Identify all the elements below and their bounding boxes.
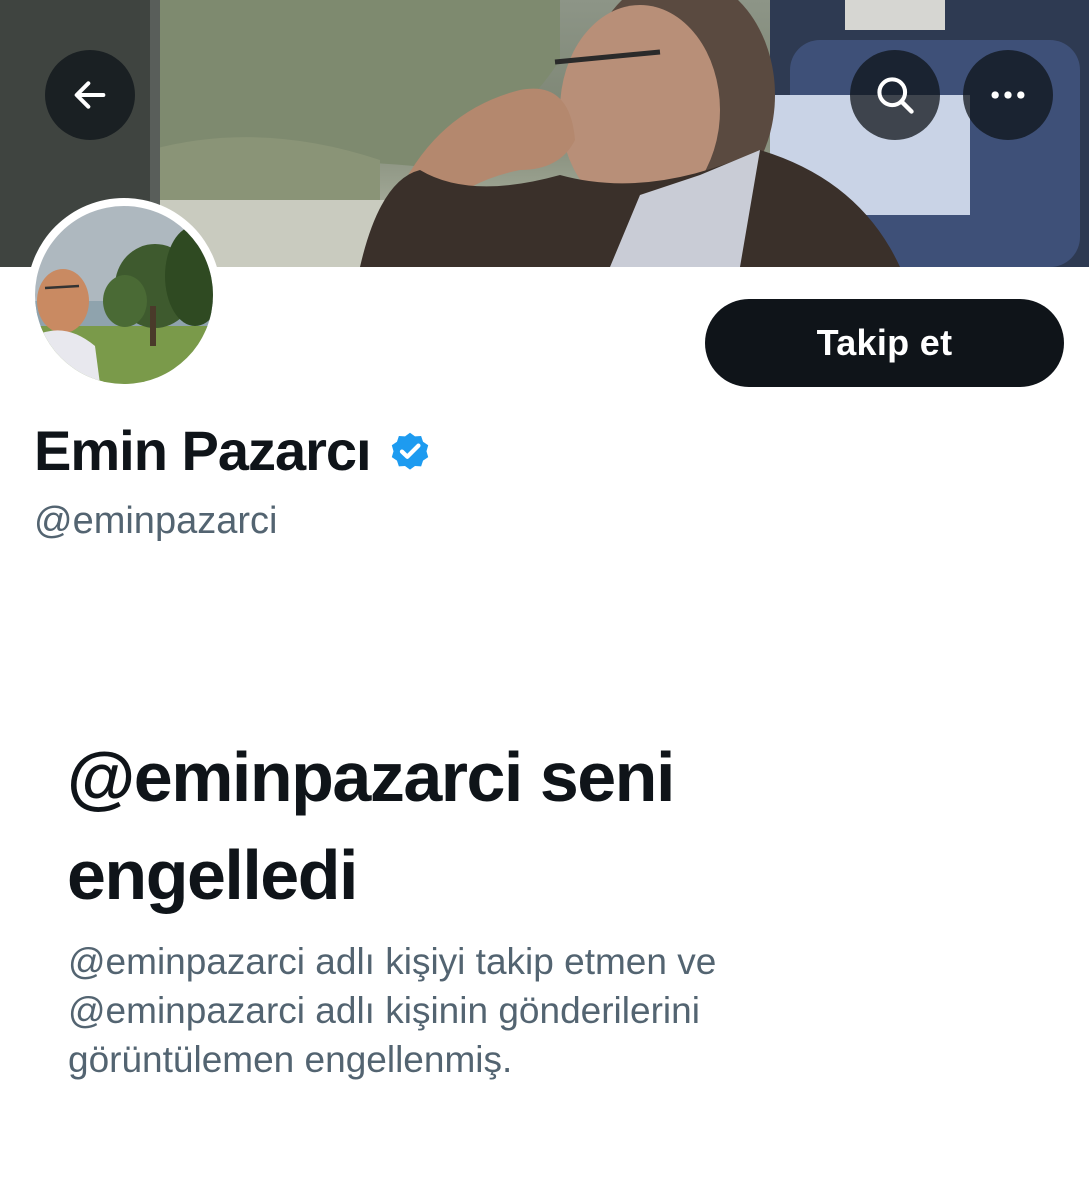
blocked-description: @eminpazarci adlı kişiyi takip etmen ve … [68, 941, 717, 1080]
blocked-title: @eminpazarci seni engelledi [67, 738, 675, 914]
more-options-button[interactable] [963, 50, 1053, 140]
follow-button[interactable]: Takip et [705, 299, 1064, 387]
profile-name-row: Emin Pazarcı [34, 418, 433, 483]
display-name: Emin Pazarcı [34, 419, 372, 482]
profile-avatar[interactable] [27, 198, 221, 392]
verified-badge-icon[interactable] [387, 428, 433, 474]
search-button[interactable] [850, 50, 940, 140]
arrow-left-icon [74, 81, 106, 109]
follow-button-label: Takip et [816, 322, 953, 363]
search-icon [877, 77, 914, 114]
avatar-photo [35, 206, 213, 384]
back-button[interactable] [45, 50, 135, 140]
more-horizontal-icon [991, 91, 1025, 99]
profile-handle: @eminpazarci [34, 500, 278, 542]
